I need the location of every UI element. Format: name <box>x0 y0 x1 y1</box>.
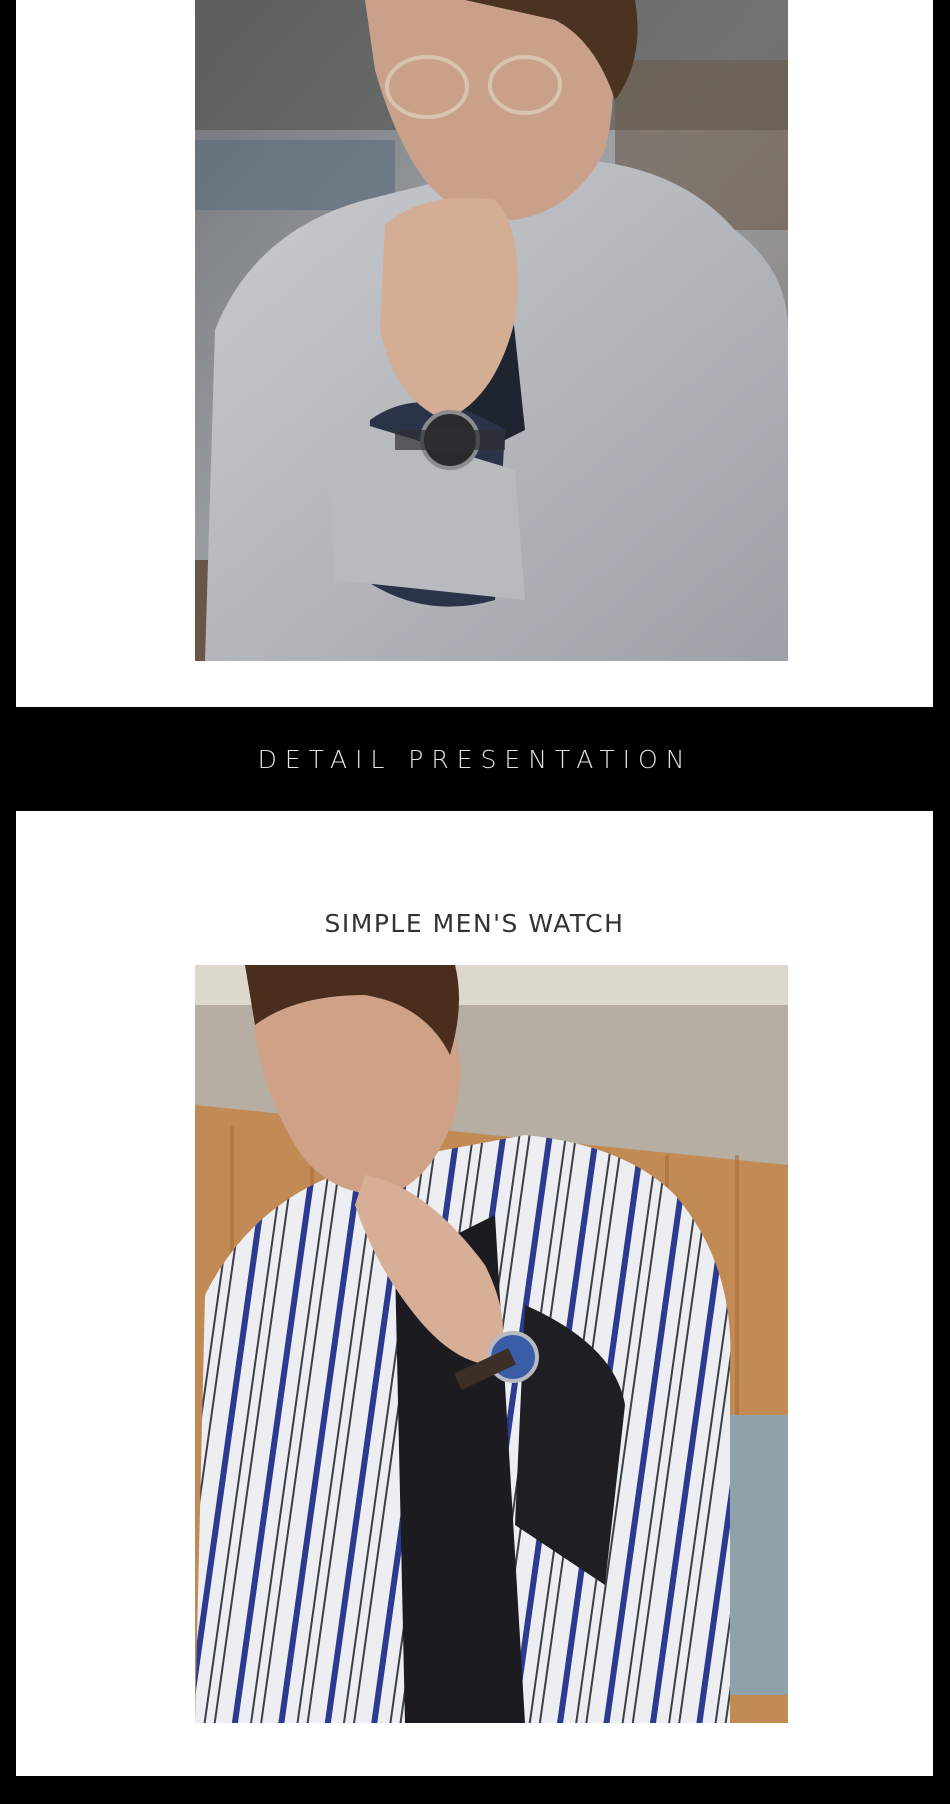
banner-title: DETAIL PRESENTATION <box>257 744 693 774</box>
model-photo-grey-blazer <box>195 0 788 661</box>
model-photo-striped-shirt <box>195 965 788 1723</box>
detail-banner: DETAIL PRESENTATION <box>0 707 950 811</box>
photo-grey-blazer-illustration <box>195 0 788 661</box>
photo-striped-shirt-illustration <box>195 965 788 1723</box>
bottom-panel: SIMPLE MEN'S WATCH <box>16 811 933 1776</box>
top-panel <box>16 0 933 707</box>
section-subtitle: SIMPLE MEN'S WATCH <box>324 909 625 938</box>
